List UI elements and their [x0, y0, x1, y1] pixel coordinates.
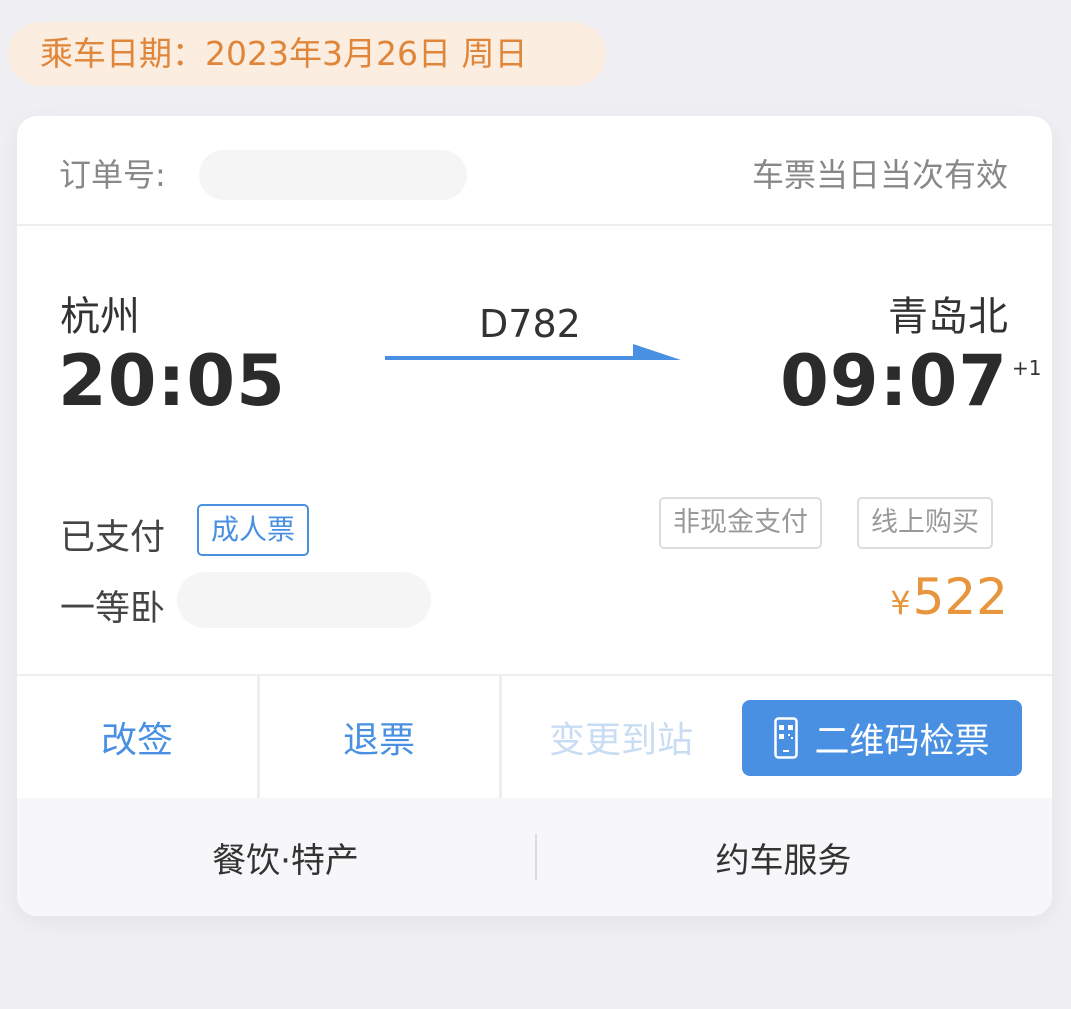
ticket-validity-note: 车票当日当次有效	[751, 156, 1008, 194]
price-value: 522	[912, 568, 1008, 626]
seat-class: 一等卧	[60, 589, 166, 629]
order-number-label: 订单号:	[59, 156, 166, 194]
payment-status: 已支付	[60, 518, 166, 558]
payment-method-tag: 非现金支付	[659, 497, 822, 549]
purchase-channel-tag: 线上购买	[857, 497, 993, 549]
ticket-card: 订单号: 车票当日当次有效 杭州 20:05 D782 青岛北 09:07 +1…	[17, 116, 1052, 916]
refund-label: 退票	[342, 720, 415, 761]
travel-date-pill: 乘车日期：2023年3月26日 周日	[8, 22, 606, 86]
arrival-time: 09:07	[780, 340, 1008, 422]
change-ticket-button[interactable]: 改签	[17, 676, 257, 798]
ticket-type-badge: 成人票	[197, 504, 310, 556]
qr-check-label: 二维码检票	[814, 721, 990, 762]
refund-button[interactable]: 退票	[259, 676, 499, 798]
order-number-redacted	[199, 150, 467, 200]
currency-symbol: ¥	[890, 584, 911, 622]
seat-number-redacted	[177, 572, 431, 628]
order-row: 订单号: 车票当日当次有效	[17, 116, 1052, 226]
action-bar: 改签 退票 变更到站 二维码检票	[17, 674, 1052, 798]
ride-service-label: 约车服务	[715, 840, 852, 881]
food-specialty-label: 餐饮·特产	[212, 840, 359, 881]
arrow-right-icon	[385, 344, 681, 360]
change-ticket-label: 改签	[100, 720, 173, 761]
departure-city: 杭州	[60, 294, 140, 340]
change-station-label: 变更到站	[548, 720, 693, 761]
services-bar: 餐饮·特产 约车服务	[17, 798, 1052, 916]
arrival-city: 青岛北	[888, 294, 1008, 340]
food-specialty-link[interactable]: 餐饮·特产	[27, 798, 544, 916]
next-day-indicator: +1	[1012, 356, 1042, 380]
qr-check-button[interactable]: 二维码检票	[742, 700, 1022, 776]
ticket-price: ¥522	[890, 568, 1008, 626]
travel-date-label: 乘车日期：2023年3月26日 周日	[40, 34, 528, 73]
change-station-button[interactable]: 变更到站	[501, 676, 741, 798]
train-number: D782	[479, 302, 581, 346]
phone-qr-icon	[774, 717, 799, 759]
departure-time: 20:05	[58, 340, 286, 422]
ride-service-link[interactable]: 约车服务	[525, 798, 1042, 916]
